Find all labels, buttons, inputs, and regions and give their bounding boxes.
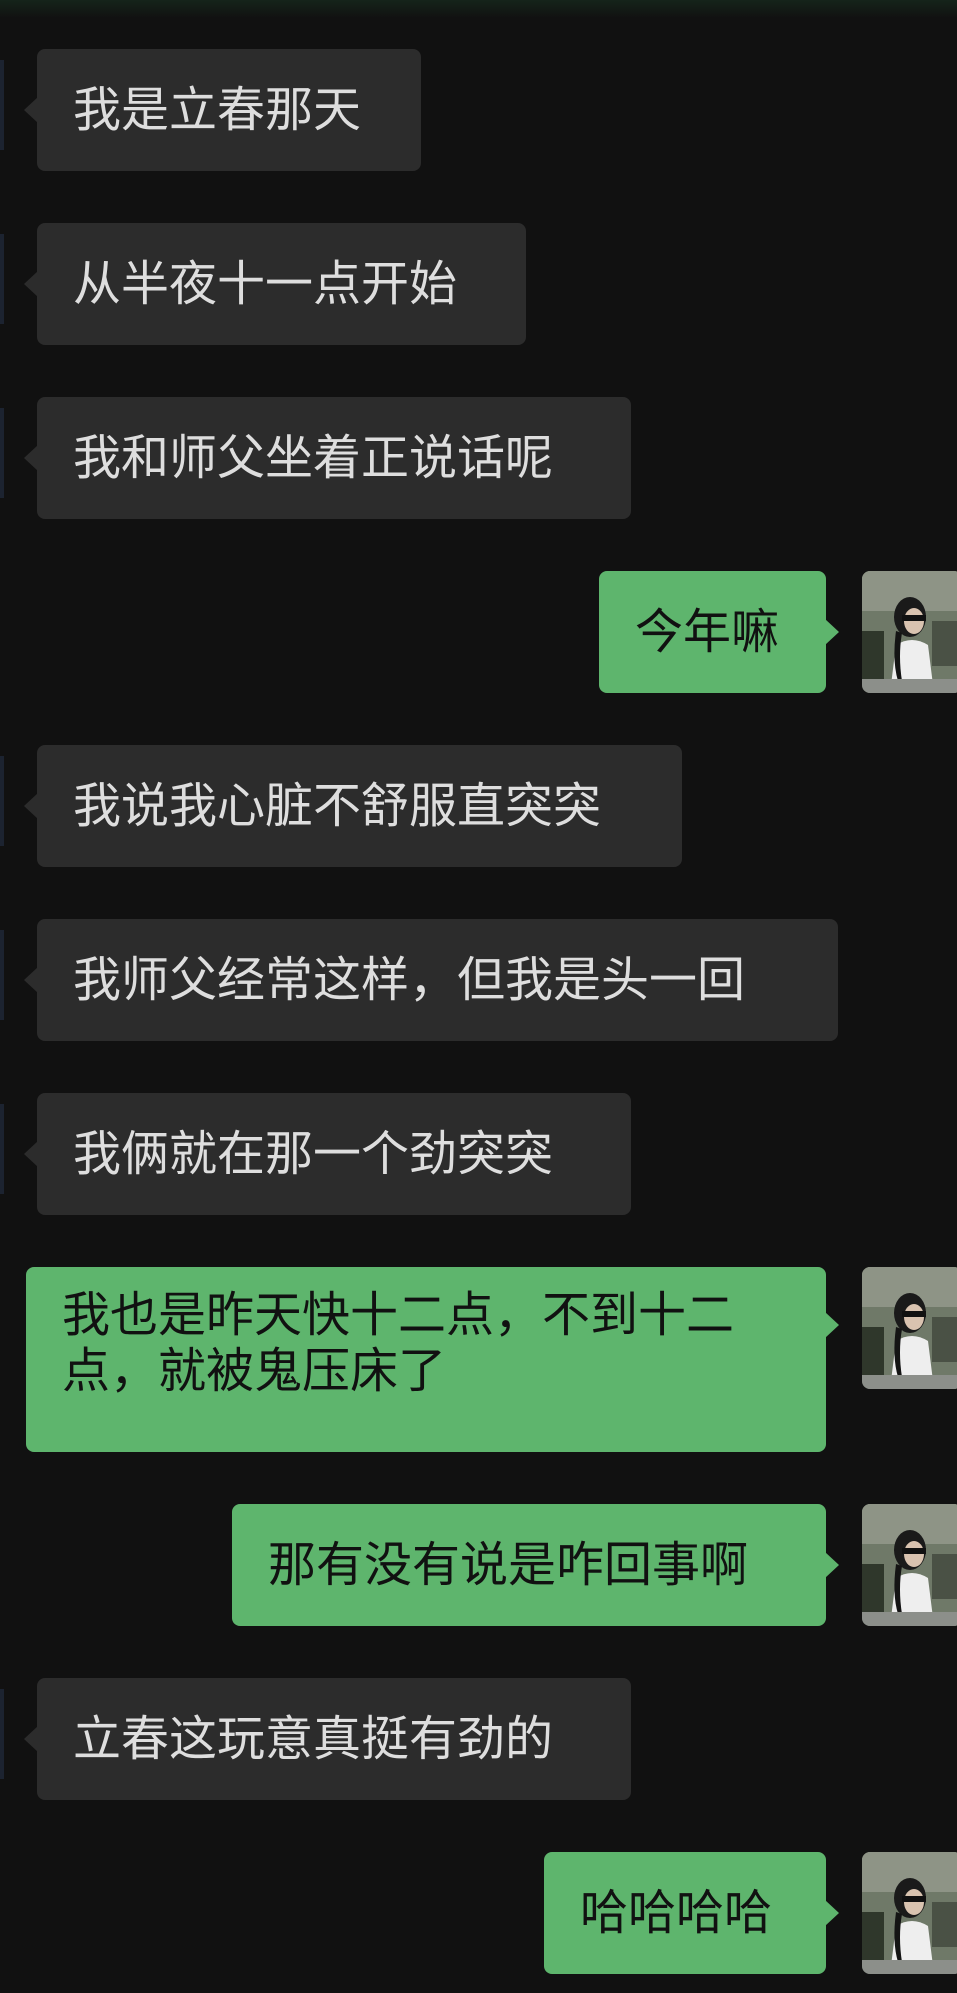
message-text: 我是立春那天 <box>73 82 362 138</box>
avatar-photo-icon <box>862 1852 957 1974</box>
incoming-avatar-edge <box>0 930 4 1020</box>
outgoing-message-bubble[interactable]: 那有没有说是咋回事啊 <box>232 1504 839 1626</box>
incoming-avatar-edge <box>0 60 4 150</box>
incoming-message-bubble[interactable]: 从半夜十一点开始 <box>24 223 526 345</box>
incoming-message-bubble[interactable]: 我俩就在那一个劲突突 <box>24 1093 631 1215</box>
my-avatar[interactable] <box>862 1852 957 1974</box>
outgoing-message-bubble[interactable]: 哈哈哈哈 <box>544 1852 839 1974</box>
message-text: 那有没有说是咋回事啊 <box>268 1537 749 1593</box>
message-text: 我也是昨天快十二点，不到十二点，就被鬼压床了 <box>62 1287 735 1399</box>
incoming-message-bubble[interactable]: 立春这玩意真挺有劲的 <box>24 1678 631 1800</box>
outgoing-message-bubble[interactable]: 今年嘛 <box>599 571 839 693</box>
message-text: 立春这玩意真挺有劲的 <box>73 1711 554 1767</box>
incoming-message-bubble[interactable]: 我说我心脏不舒服直突突 <box>24 745 682 867</box>
message-text: 我俩就在那一个劲突突 <box>73 1126 554 1182</box>
incoming-avatar-edge <box>0 1104 4 1194</box>
avatar-photo-icon <box>862 1267 957 1389</box>
message-text: 从半夜十一点开始 <box>73 256 458 312</box>
incoming-avatar-edge <box>0 234 4 324</box>
my-avatar[interactable] <box>862 571 957 693</box>
avatar-photo-icon <box>862 1504 957 1626</box>
my-avatar[interactable] <box>862 1504 957 1626</box>
my-avatar[interactable] <box>862 1267 957 1389</box>
incoming-message-bubble[interactable]: 我是立春那天 <box>24 49 421 171</box>
avatar-photo-icon <box>862 571 957 693</box>
message-text: 我说我心脏不舒服直突突 <box>73 778 602 834</box>
incoming-message-bubble[interactable]: 我师父经常这样，但我是头一回 <box>24 919 838 1041</box>
incoming-avatar-edge <box>0 1689 4 1779</box>
incoming-message-bubble[interactable]: 我和师父坐着正说话呢 <box>24 397 631 519</box>
outgoing-message-bubble[interactable]: 我也是昨天快十二点，不到十二点，就被鬼压床了 <box>26 1267 839 1452</box>
incoming-avatar-edge <box>0 756 4 846</box>
message-text: 我师父经常这样，但我是头一回 <box>73 952 746 1008</box>
chat-message-list[interactable]: 我是立春那天 从半夜十一点开始 我和师父坐着正说话呢 今年嘛 我说我心脏不舒服直… <box>0 0 957 1993</box>
incoming-avatar-edge <box>0 408 4 498</box>
message-text: 我和师父坐着正说话呢 <box>73 430 554 486</box>
message-text: 哈哈哈哈 <box>580 1885 773 1941</box>
message-text: 今年嘛 <box>635 604 780 660</box>
